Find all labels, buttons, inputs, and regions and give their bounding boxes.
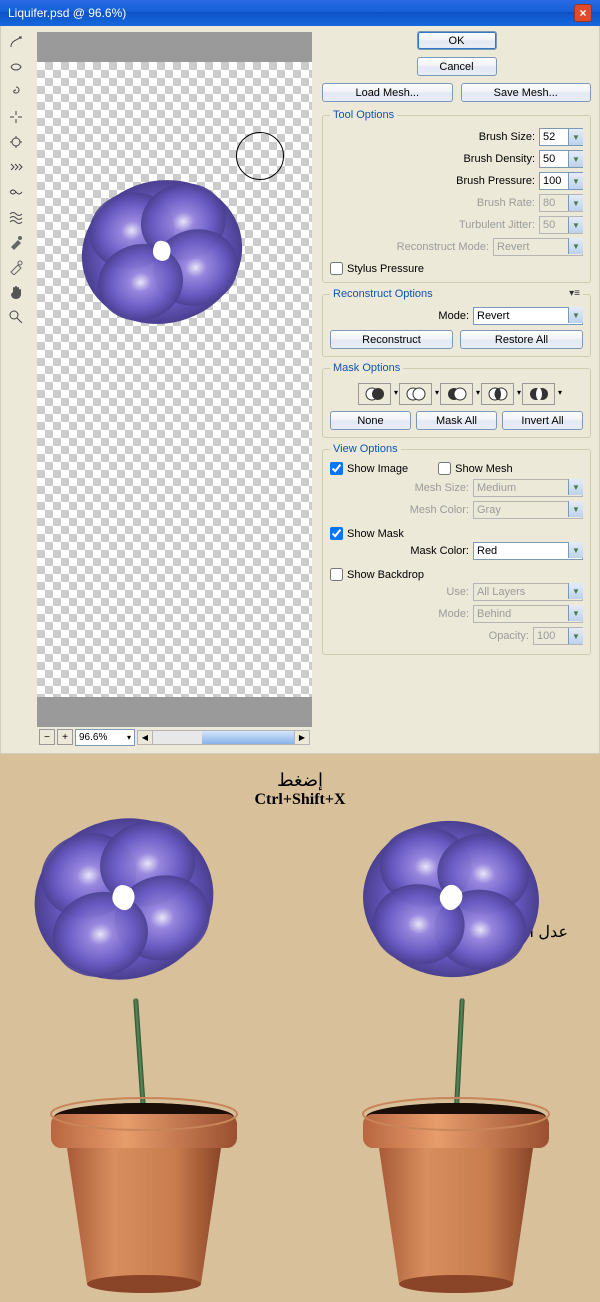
mirror-tool-icon[interactable]: [4, 181, 28, 203]
mesh-size-select: Medium: [473, 479, 583, 497]
reconstruct-button[interactable]: Reconstruct: [330, 330, 453, 349]
brush-rate-input: 80: [539, 194, 583, 212]
mask-options-group: Mask Options None Mask All Invert All: [322, 362, 591, 438]
zoom-in-button[interactable]: +: [57, 729, 73, 745]
save-mesh-button[interactable]: Save Mesh...: [461, 83, 592, 102]
show-mesh-checkbox[interactable]: [438, 462, 451, 475]
window-title: Liquifer.psd @ 96.6%): [8, 6, 574, 20]
load-mesh-button[interactable]: Load Mesh...: [322, 83, 453, 102]
plant-after: [316, 794, 596, 1294]
cancel-button[interactable]: Cancel: [417, 57, 497, 76]
hand-tool-icon[interactable]: [4, 281, 28, 303]
tool-options-group: Tool Options Brush Size: 52 Brush Densit…: [322, 109, 591, 283]
opacity-input: 100: [533, 627, 583, 645]
forward-warp-tool-icon[interactable]: [4, 31, 28, 53]
tool-options-legend: Tool Options: [330, 109, 397, 121]
turbulence-tool-icon[interactable]: [4, 206, 28, 228]
plant-before: [4, 794, 284, 1294]
controls-panel: OK Cancel Load Mesh... Save Mesh... Tool…: [316, 26, 599, 753]
stylus-pressure-checkbox[interactable]: [330, 262, 343, 275]
reconstruct-mode-select[interactable]: Revert: [473, 307, 583, 325]
brush-pressure-input[interactable]: 100: [539, 172, 583, 190]
mask-color-select[interactable]: Red: [473, 542, 583, 560]
zoom-input[interactable]: 96.6%▾: [75, 729, 135, 746]
show-mask-checkbox[interactable]: [330, 527, 343, 540]
mask-all-button[interactable]: Mask All: [416, 411, 497, 430]
reconstruct-tool-icon[interactable]: [4, 56, 28, 78]
reconstruct-menu-icon[interactable]: ▾≡: [569, 288, 580, 300]
brush-size-input[interactable]: 52: [539, 128, 583, 146]
pucker-tool-icon[interactable]: [4, 106, 28, 128]
show-backdrop-checkbox[interactable]: [330, 568, 343, 581]
view-options-group: View Options Show Image Show Mesh Mesh S…: [322, 443, 591, 655]
tutorial-image: إضغط Ctrl+Shift+X عدل الورقة: [0, 754, 600, 1302]
tool-strip: [1, 26, 33, 753]
mask-add-icon[interactable]: [399, 383, 432, 405]
freeze-mask-tool-icon[interactable]: [4, 231, 28, 253]
twirl-tool-icon[interactable]: [4, 81, 28, 103]
status-bar: − + 96.6%▾ ◀▶: [37, 727, 312, 747]
bloat-tool-icon[interactable]: [4, 131, 28, 153]
canvas-frame: [37, 32, 312, 727]
mask-invert-icon[interactable]: [522, 383, 555, 405]
mask-intersect-icon[interactable]: [481, 383, 514, 405]
canvas[interactable]: [37, 62, 312, 697]
restore-all-button[interactable]: Restore All: [460, 330, 583, 349]
reconstruct-options-group: Reconstruct Options▾≡ Mode: Revert Recon…: [322, 288, 591, 357]
mask-subtract-icon[interactable]: [440, 383, 473, 405]
window-titlebar: Liquifer.psd @ 96.6%) ×: [0, 0, 600, 26]
use-select: All Layers: [473, 583, 583, 601]
horizontal-scrollbar[interactable]: ◀▶: [137, 730, 310, 745]
close-icon[interactable]: ×: [574, 4, 592, 22]
ok-button[interactable]: OK: [417, 31, 497, 50]
flower-preview: [67, 157, 257, 347]
turbulent-jitter-input: 50: [539, 216, 583, 234]
mask-replace-icon[interactable]: [358, 383, 391, 405]
zoom-tool-icon[interactable]: [4, 306, 28, 328]
canvas-area: − + 96.6%▾ ◀▶: [33, 26, 316, 753]
backdrop-mode-select: Behind: [473, 605, 583, 623]
brush-density-input[interactable]: 50: [539, 150, 583, 168]
invert-all-button[interactable]: Invert All: [502, 411, 583, 430]
show-image-checkbox[interactable]: [330, 462, 343, 475]
mesh-color-select: Gray: [473, 501, 583, 519]
reconstruct-mode-select: Revert: [493, 238, 583, 256]
thaw-mask-tool-icon[interactable]: [4, 256, 28, 278]
push-left-tool-icon[interactable]: [4, 156, 28, 178]
liquify-dialog: − + 96.6%▾ ◀▶ OK Cancel Load Mesh... Sav…: [0, 26, 600, 754]
zoom-out-button[interactable]: −: [39, 729, 55, 745]
mask-none-button[interactable]: None: [330, 411, 411, 430]
